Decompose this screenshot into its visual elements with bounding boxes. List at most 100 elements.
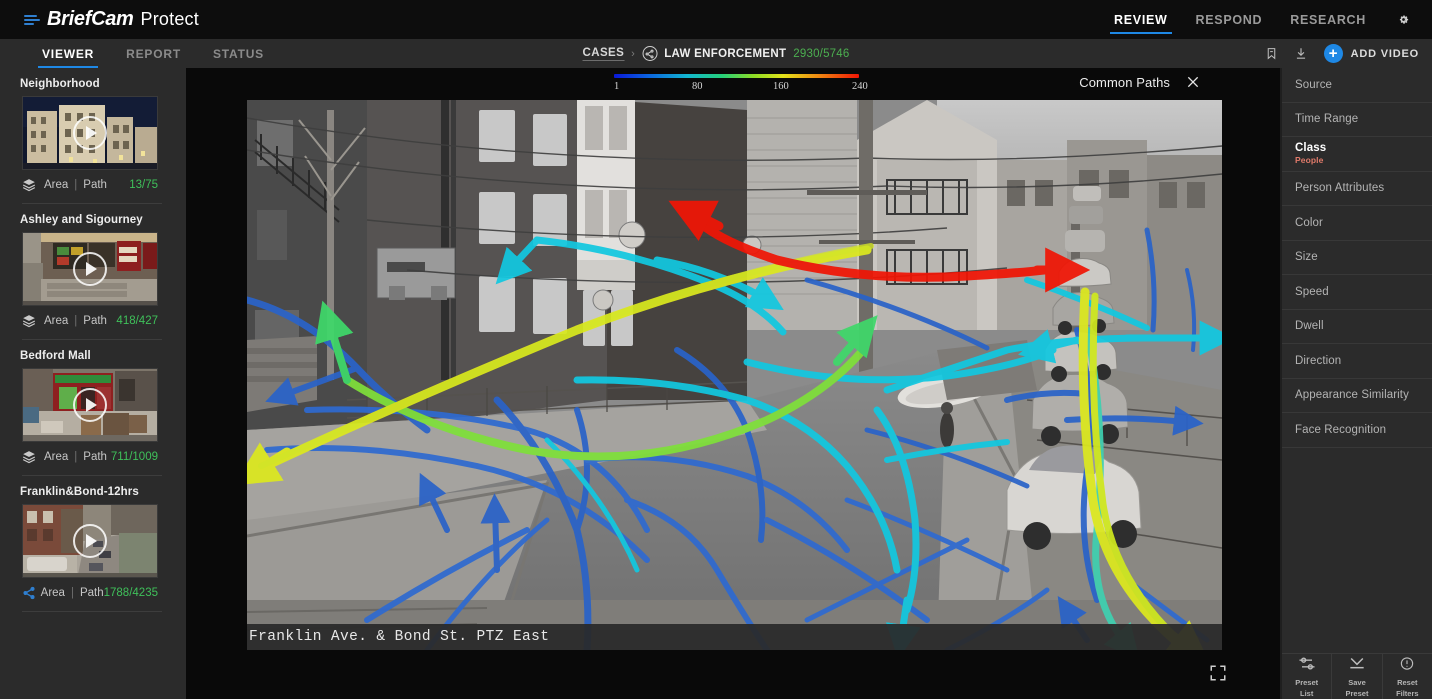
filter-label: Speed xyxy=(1295,286,1432,298)
app-logo[interactable]: BriefCam Protect xyxy=(24,8,199,31)
filter-time-range[interactable]: Time Range xyxy=(1282,103,1432,138)
reset-filters-button[interactable]: Reset Filters xyxy=(1383,654,1432,699)
sub-tabs: VIEWER REPORT STATUS xyxy=(26,39,280,68)
play-icon[interactable] xyxy=(73,252,107,286)
legend-tick-3: 160 xyxy=(773,81,789,92)
filter-color[interactable]: Color xyxy=(1282,206,1432,241)
camera-meta: Area | Path 13/75 xyxy=(22,178,158,192)
sub-bar: VIEWER REPORT STATUS CASES › LAW ENFORCE… xyxy=(0,39,1432,68)
legend-tick-1: 1 xyxy=(614,81,619,92)
area-path-labels[interactable]: Area | Path xyxy=(44,179,107,191)
layers-icon[interactable] xyxy=(22,314,44,328)
brand-name: BriefCam xyxy=(47,8,134,31)
overlay-title: Common Paths xyxy=(1079,75,1170,90)
list-item[interactable]: Ashley and Sigourney xyxy=(0,204,186,340)
filter-label: Direction xyxy=(1295,355,1432,367)
preset-list-line1: Preset xyxy=(1295,678,1318,687)
legend-tick-4: 240 xyxy=(852,81,868,92)
save-chevron-icon xyxy=(1347,656,1367,676)
tab-viewer[interactable]: VIEWER xyxy=(26,39,110,68)
meta-divider: | xyxy=(74,179,77,191)
gear-icon[interactable] xyxy=(1388,0,1418,39)
camera-thumbnail[interactable] xyxy=(22,232,158,306)
filter-speed[interactable]: Speed xyxy=(1282,275,1432,310)
filter-face-recognition[interactable]: Face Recognition xyxy=(1282,413,1432,448)
preset-list-button[interactable]: Preset List xyxy=(1282,654,1332,699)
bookmark-icon[interactable] xyxy=(1265,46,1278,61)
play-icon[interactable] xyxy=(73,116,107,150)
filter-source[interactable]: Source xyxy=(1282,68,1432,103)
filter-panel: Source Time Range Class People Person At… xyxy=(1282,68,1432,699)
reset-filters-line1: Reset xyxy=(1397,678,1417,687)
save-preset-line1: Save xyxy=(1348,678,1366,687)
filter-label: Person Attributes xyxy=(1295,182,1432,194)
area-path-labels[interactable]: Area | Path xyxy=(44,451,107,463)
play-icon[interactable] xyxy=(73,524,107,558)
path-label[interactable]: Path xyxy=(83,451,107,463)
save-preset-line2: Preset xyxy=(1346,689,1369,698)
sliders-icon xyxy=(1297,656,1317,676)
filter-label: Source xyxy=(1295,79,1432,91)
legend-ticks: 1 80 160 240 xyxy=(614,81,859,95)
layers-icon[interactable] xyxy=(22,178,44,192)
save-preset-button[interactable]: Save Preset xyxy=(1332,654,1382,699)
filter-label: Class xyxy=(1295,142,1432,154)
camera-sidebar[interactable]: Neighborhood xyxy=(0,68,186,699)
close-icon[interactable] xyxy=(1184,73,1202,91)
camera-thumbnail[interactable] xyxy=(22,504,158,578)
area-label[interactable]: Area xyxy=(41,587,65,599)
list-item[interactable]: Franklin&Bond-12hrs xyxy=(0,476,186,612)
path-label[interactable]: Path xyxy=(83,179,107,191)
plus-icon: + xyxy=(1324,44,1343,63)
breadcrumb: CASES › LAW ENFORCEMENT 2930/5746 xyxy=(583,46,850,61)
top-nav-respond[interactable]: RESPOND xyxy=(1182,0,1277,39)
camera-count: 1788/4235 xyxy=(104,587,158,599)
share-icon[interactable] xyxy=(22,586,41,600)
filter-appearance-similarity[interactable]: Appearance Similarity xyxy=(1282,379,1432,414)
meta-divider: | xyxy=(71,587,74,599)
filter-dwell[interactable]: Dwell xyxy=(1282,310,1432,345)
sub-bar-actions: + ADD VIDEO xyxy=(1265,44,1419,63)
filter-person-attributes[interactable]: Person Attributes xyxy=(1282,172,1432,207)
path-density-legend: 1 80 160 240 xyxy=(614,74,859,95)
path-label[interactable]: Path xyxy=(80,587,104,599)
video-frame[interactable]: Franklin Ave. & Bond St. PTZ East xyxy=(247,100,1222,650)
add-video-button[interactable]: + ADD VIDEO xyxy=(1324,44,1419,63)
share-case-icon xyxy=(642,46,657,61)
tab-report[interactable]: REPORT xyxy=(110,39,197,68)
download-icon[interactable] xyxy=(1294,46,1308,61)
tab-status[interactable]: STATUS xyxy=(197,39,280,68)
top-bar: BriefCam Protect REVIEW RESPOND RESEARCH xyxy=(0,0,1432,39)
filter-label: Time Range xyxy=(1295,113,1432,125)
breadcrumb-cases-link[interactable]: CASES xyxy=(583,47,625,61)
filter-class[interactable]: Class People xyxy=(1282,137,1432,172)
filter-label: Face Recognition xyxy=(1295,424,1432,436)
video-viewer: 1 80 160 240 Common Paths xyxy=(186,68,1280,699)
camera-thumbnail[interactable] xyxy=(22,96,158,170)
path-label[interactable]: Path xyxy=(83,315,107,327)
area-path-labels[interactable]: Area | Path xyxy=(41,587,104,599)
camera-thumbnail[interactable] xyxy=(22,368,158,442)
top-nav: REVIEW RESPOND RESEARCH xyxy=(1100,0,1380,39)
camera-count: 418/427 xyxy=(116,315,158,327)
camera-title: Neighborhood xyxy=(20,78,186,90)
layers-icon[interactable] xyxy=(22,450,44,464)
video-caption: Franklin Ave. & Bond St. PTZ East xyxy=(247,624,1222,650)
top-nav-research[interactable]: RESEARCH xyxy=(1276,0,1380,39)
area-label[interactable]: Area xyxy=(44,179,68,191)
area-label[interactable]: Area xyxy=(44,315,68,327)
preset-list-line2: List xyxy=(1300,689,1313,698)
filter-size[interactable]: Size xyxy=(1282,241,1432,276)
top-nav-review[interactable]: REVIEW xyxy=(1100,0,1182,39)
camera-meta: Area | Path 711/1009 xyxy=(22,450,158,464)
area-label[interactable]: Area xyxy=(44,451,68,463)
area-path-labels[interactable]: Area | Path xyxy=(44,315,107,327)
list-item[interactable]: Neighborhood xyxy=(0,68,186,204)
filter-label: Appearance Similarity xyxy=(1295,389,1432,401)
reset-exclaim-icon xyxy=(1399,656,1415,676)
fullscreen-icon[interactable] xyxy=(1209,664,1229,684)
list-item[interactable]: Bedford Mall xyxy=(0,340,186,476)
play-icon[interactable] xyxy=(73,388,107,422)
camera-meta: Area | Path 418/427 xyxy=(22,314,158,328)
filter-direction[interactable]: Direction xyxy=(1282,344,1432,379)
